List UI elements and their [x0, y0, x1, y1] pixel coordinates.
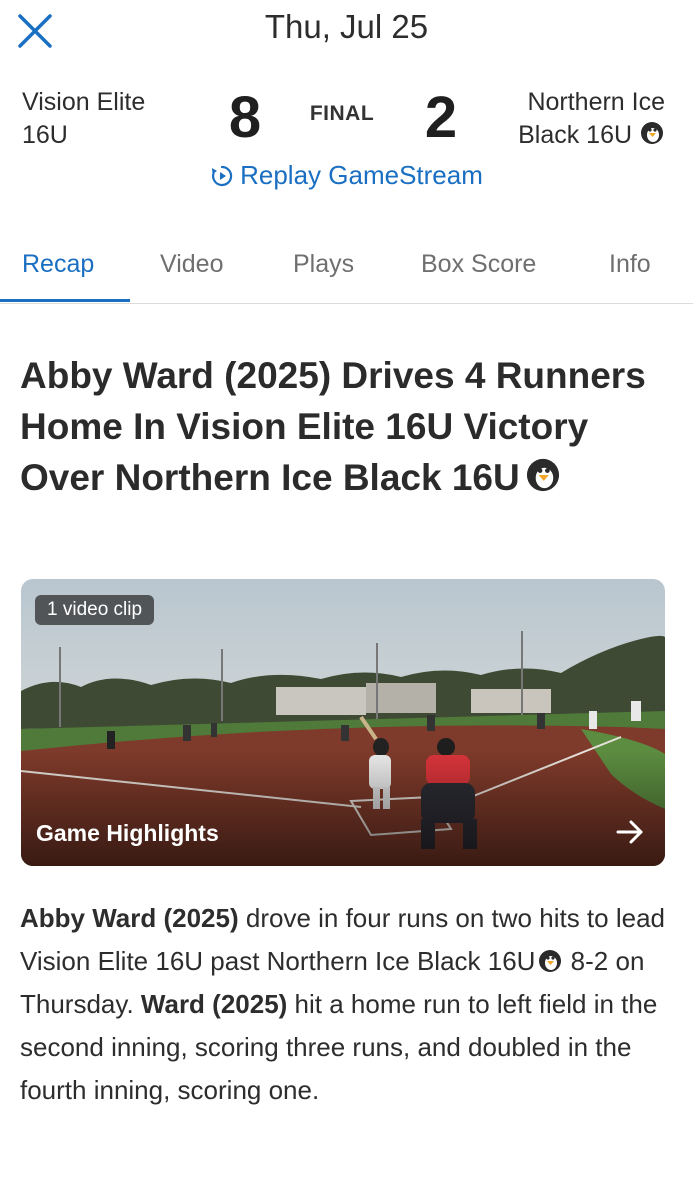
away-score: 2: [424, 85, 458, 150]
top-bar: Thu, Jul 25: [0, 0, 693, 60]
home-team-name[interactable]: Vision Elite 16U: [22, 86, 192, 152]
player-name-bold: Abby Ward (2025): [20, 903, 239, 933]
tab-plays[interactable]: Plays: [293, 250, 354, 279]
replay-label: Replay GameStream: [240, 160, 483, 190]
replay-icon: [212, 165, 233, 187]
penguin-emoji-icon: [526, 458, 559, 492]
tab-box-score[interactable]: Box Score: [421, 250, 536, 279]
video-card-title: Game Highlights: [36, 820, 219, 846]
replay-gamestream-link[interactable]: Replay GameStream: [0, 160, 693, 191]
home-team-line1: Vision Elite: [22, 88, 146, 116]
home-score: 8: [228, 85, 262, 150]
arrow-right-icon[interactable]: [615, 817, 645, 847]
game-highlights-video-card[interactable]: 1 video clip Game Highlights: [21, 579, 665, 866]
tab-info[interactable]: Info: [609, 250, 651, 279]
away-team-line1: Northern Ice: [527, 88, 665, 116]
penguin-emoji-icon: [641, 122, 663, 144]
recap-body: Abby Ward (2025) drove in four runs on t…: [20, 897, 670, 1112]
game-status: FINAL: [309, 102, 375, 125]
tab-video[interactable]: Video: [160, 250, 224, 279]
player-name-bold-2: Ward (2025): [140, 989, 288, 1019]
game-date: Thu, Jul 25: [264, 8, 429, 45]
tab-recap[interactable]: Recap: [22, 250, 94, 279]
video-clip-count-badge: 1 video clip: [35, 595, 155, 625]
tab-bar: Recap Video Plays Box Score Info: [0, 228, 693, 304]
home-team-line2: 16U: [22, 121, 68, 149]
recap-headline: Abby Ward (2025) Drives 4 Runners Home I…: [20, 350, 670, 503]
penguin-emoji-icon: [539, 950, 562, 972]
away-team-line2: Black 16U: [518, 121, 633, 149]
active-tab-indicator: [0, 299, 130, 302]
away-team-name[interactable]: Northern Ice Black 16U: [465, 86, 665, 152]
